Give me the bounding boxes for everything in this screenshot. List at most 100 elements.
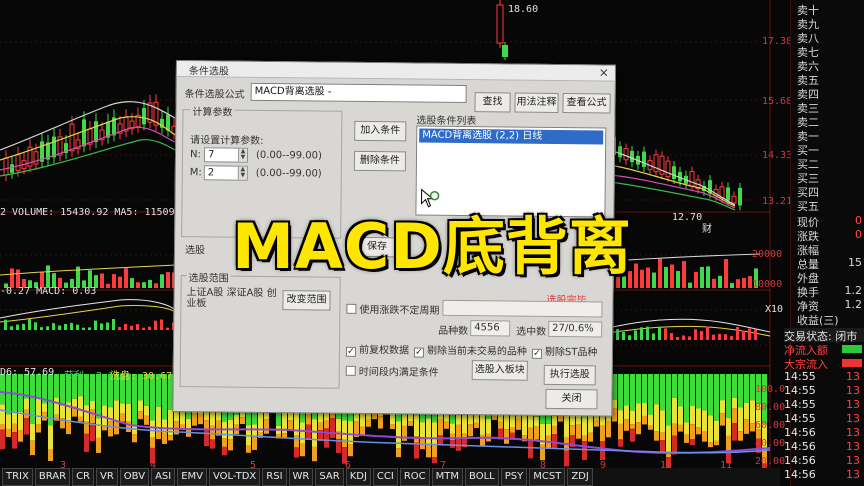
period-field[interactable] bbox=[442, 299, 603, 318]
indicator-bar bbox=[702, 410, 707, 432]
indicator-bar bbox=[48, 449, 53, 461]
view-formula-button[interactable]: 查看公式 bbox=[562, 93, 611, 114]
indicator-bar bbox=[564, 415, 569, 438]
tab-kdj[interactable]: KDJ bbox=[345, 468, 371, 486]
indicator-bar bbox=[468, 424, 473, 437]
tab-wr[interactable]: WR bbox=[288, 468, 314, 486]
macd-bar bbox=[694, 329, 697, 340]
tab-cci[interactable]: CCI bbox=[372, 468, 398, 486]
macd-bar bbox=[664, 328, 667, 340]
run-filter-button[interactable]: 执行选股 bbox=[543, 364, 596, 386]
indicator-bar bbox=[432, 422, 437, 445]
tab-trix[interactable]: TRIX bbox=[2, 468, 33, 486]
indicator-bar bbox=[696, 374, 701, 409]
time-range-checkbox[interactable]: 时间段内满足条件 bbox=[345, 363, 439, 379]
spinner-arrows-icon[interactable]: ▲ ▼ bbox=[237, 148, 248, 162]
tab-mcst[interactable]: MCST bbox=[529, 468, 566, 486]
checkmark-icon[interactable]: ✓ bbox=[531, 348, 542, 359]
indicator-axis-label: 60.00 bbox=[755, 420, 786, 431]
exclude-st-checkbox[interactable]: ✓ 剔除ST品种 bbox=[531, 343, 598, 360]
add-condition-button[interactable]: 加入条件 bbox=[354, 120, 407, 142]
indicator-bar bbox=[630, 410, 635, 425]
checkbox-empty-icon[interactable] bbox=[346, 303, 357, 314]
macd-bar bbox=[4, 319, 7, 330]
spinner-arrows-icon[interactable]: ▲ ▼ bbox=[237, 166, 247, 180]
indicator-bar bbox=[642, 374, 647, 404]
tick-price: 13 bbox=[846, 398, 860, 411]
macd-bar bbox=[10, 326, 13, 330]
indicator-bar bbox=[708, 442, 713, 448]
checkmark-icon[interactable]: ✓ bbox=[413, 347, 425, 358]
indicator-bar bbox=[594, 420, 599, 427]
indicator-bar bbox=[462, 412, 467, 434]
delete-condition-button[interactable]: 删除条件 bbox=[353, 150, 407, 172]
indicator-bar bbox=[54, 397, 59, 415]
indicator-bar bbox=[720, 413, 725, 426]
indicator-bar bbox=[696, 427, 701, 435]
indicator-bar bbox=[330, 418, 335, 438]
macd-bar bbox=[130, 325, 133, 330]
macd-bar bbox=[616, 329, 619, 340]
indicator-bar bbox=[702, 374, 707, 411]
tick-time: 14:56 bbox=[784, 440, 816, 453]
param-n-spinner[interactable]: 7 ▲ ▼ bbox=[203, 147, 249, 163]
candle bbox=[672, 166, 676, 179]
indicator-bar bbox=[336, 430, 341, 440]
exclude-suspended-checkbox[interactable]: ✓ 剔除当前未交易的品种 bbox=[413, 342, 527, 359]
checkmark-icon[interactable]: ✓ bbox=[345, 346, 357, 357]
find-button[interactable]: 查找 bbox=[474, 92, 511, 113]
tab-zdj[interactable]: ZDJ bbox=[567, 468, 593, 486]
tab-rsi[interactable]: RSI bbox=[262, 468, 287, 486]
tab-boll[interactable]: BOLL bbox=[465, 468, 499, 486]
indicator-bar bbox=[138, 411, 143, 420]
indicator-bar bbox=[210, 425, 215, 440]
checkbox-empty-icon[interactable] bbox=[345, 365, 356, 376]
change-range-button[interactable]: 改变范围 bbox=[282, 290, 331, 311]
tick-time: 14:55 bbox=[784, 398, 816, 411]
macd-bar bbox=[688, 336, 691, 340]
use-variable-period-checkbox[interactable]: 使用涨跌不定周期 bbox=[346, 301, 439, 317]
tab-psy[interactable]: PSY bbox=[500, 468, 528, 486]
dialog-titlebar[interactable]: 条件选股 × bbox=[176, 61, 615, 82]
indicator-bar bbox=[78, 396, 83, 417]
indicator-bar bbox=[570, 425, 575, 436]
macd-bar bbox=[628, 335, 631, 340]
tab-sar[interactable]: SAR bbox=[315, 468, 344, 486]
indicator-bar bbox=[672, 374, 677, 398]
indicator-bar bbox=[168, 435, 173, 441]
indicator-bar bbox=[138, 400, 143, 412]
indicator-bar bbox=[576, 424, 581, 439]
indicator-bar bbox=[582, 441, 587, 460]
usage-note-button[interactable]: 用法注释 bbox=[514, 92, 559, 114]
to-block-button[interactable]: 选股入板块 bbox=[471, 360, 528, 381]
indicator-bar bbox=[24, 417, 29, 435]
indicator-bar bbox=[96, 418, 101, 438]
indicator-bar bbox=[762, 374, 767, 425]
tab-roc[interactable]: ROC bbox=[399, 468, 430, 486]
price-peak-label: 18.60 bbox=[508, 4, 539, 15]
macd-bar bbox=[646, 326, 649, 340]
close-icon[interactable]: × bbox=[599, 65, 609, 79]
close-button[interactable]: 关闭 bbox=[545, 388, 598, 410]
tab-asi[interactable]: ASI bbox=[151, 468, 176, 486]
macd-bar bbox=[718, 333, 721, 340]
indicator-bar bbox=[498, 421, 503, 429]
tab-vol-tdx[interactable]: VOL-TDX bbox=[209, 468, 261, 486]
tab-obv[interactable]: OBV bbox=[119, 468, 150, 486]
formula-select[interactable]: MACD背离选股 - bbox=[250, 82, 467, 104]
macd-bar bbox=[34, 322, 37, 330]
indicator-bar bbox=[54, 374, 59, 398]
tab-cr[interactable]: CR bbox=[72, 468, 94, 486]
indicator-bar bbox=[504, 429, 509, 444]
tab-brar[interactable]: BRAR bbox=[34, 468, 71, 486]
macd-bar bbox=[16, 324, 19, 330]
tab-vr[interactable]: VR bbox=[96, 468, 118, 486]
indicator-bar bbox=[210, 439, 215, 449]
tab-mtm[interactable]: MTM bbox=[431, 468, 464, 486]
macd-bar bbox=[160, 319, 163, 330]
tab-emv[interactable]: EMV bbox=[177, 468, 207, 486]
param-m-spinner[interactable]: 2 ▲ ▼ bbox=[203, 165, 248, 181]
forward-adjust-checkbox[interactable]: ✓ 前复权数据 bbox=[345, 341, 409, 358]
selected-label: 选中数 bbox=[516, 326, 547, 338]
condition-list-item[interactable]: MACD背离选股 (2,2) 日线 bbox=[419, 128, 604, 145]
